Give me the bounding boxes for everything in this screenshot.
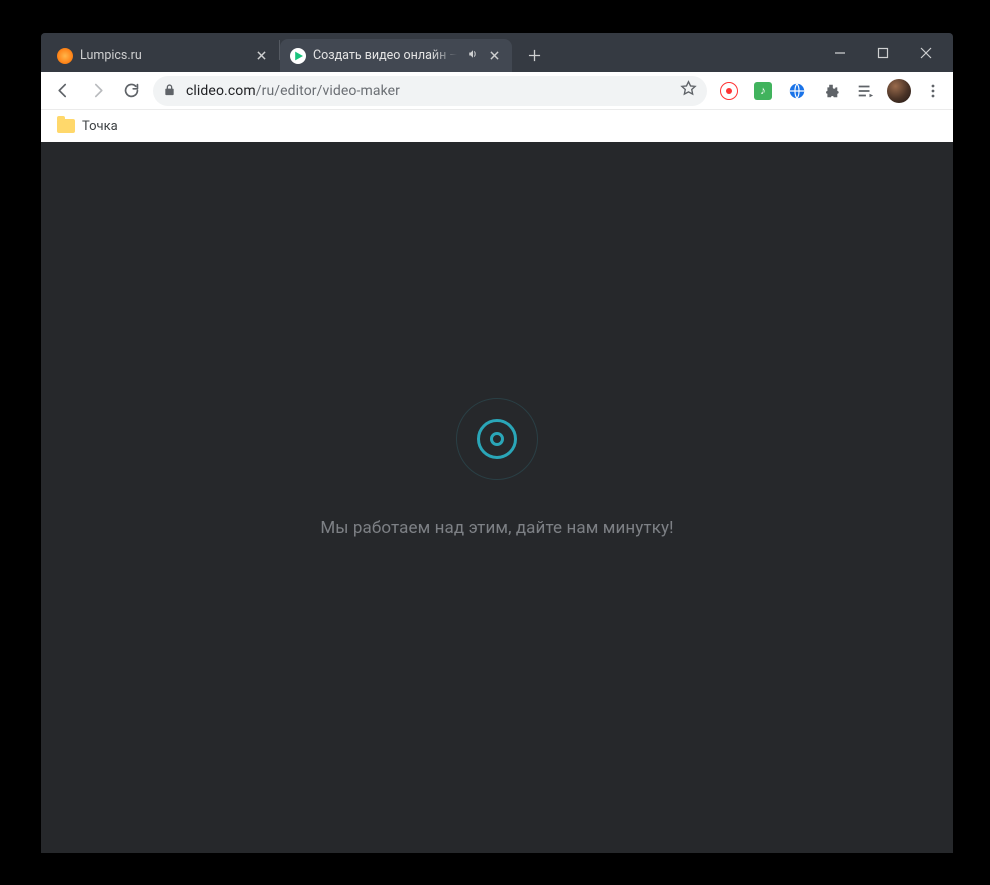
forward-button[interactable] — [81, 75, 113, 107]
translate-extension-icon[interactable] — [783, 77, 811, 105]
loading-indicator: Мы работаем над этим, дайте нам минутку! — [320, 398, 673, 538]
titlebar: Lumpics.ru Создать видео онлайн — Clideo — [41, 33, 953, 72]
bookmark-bar: Точка — [41, 109, 953, 142]
browser-window: Lumpics.ru Создать видео онлайн — Clideo — [41, 33, 953, 853]
url-text: clideo.com/ru/editor/video-maker — [186, 83, 400, 99]
loading-message: Мы работаем над этим, дайте нам минутку! — [320, 518, 673, 538]
profile-avatar-button[interactable] — [885, 77, 913, 105]
url-host: clideo.com — [186, 83, 256, 99]
page-content: Мы работаем над этим, дайте нам минутку! — [41, 142, 953, 853]
reload-button[interactable] — [115, 75, 147, 107]
chrome-menu-button[interactable] — [919, 77, 947, 105]
media-control-button[interactable] — [851, 77, 879, 105]
close-window-button[interactable] — [917, 44, 935, 62]
music-extension-icon[interactable] — [749, 77, 777, 105]
tab-close-button[interactable] — [486, 48, 502, 64]
tab-close-button[interactable] — [253, 48, 269, 64]
extensions-row — [713, 77, 947, 105]
window-controls — [831, 33, 949, 72]
tab-audio-icon[interactable] — [467, 48, 479, 64]
minimize-button[interactable] — [831, 44, 849, 62]
yandex-extension-icon[interactable] — [715, 77, 743, 105]
spinner-icon — [456, 398, 538, 480]
folder-icon — [57, 119, 75, 133]
tab-title: Создать видео онлайн — Clideo — [313, 48, 460, 63]
url-path: /ru/editor/video-maker — [256, 83, 400, 99]
lock-icon — [163, 81, 176, 100]
toolbar: clideo.com/ru/editor/video-maker — [41, 72, 953, 109]
new-tab-button[interactable] — [520, 41, 548, 69]
maximize-button[interactable] — [874, 44, 892, 62]
back-button[interactable] — [47, 75, 79, 107]
bookmark-star-button[interactable] — [680, 80, 697, 101]
address-bar[interactable]: clideo.com/ru/editor/video-maker — [153, 76, 707, 106]
tabstrip: Lumpics.ru Создать видео онлайн — Clideo — [41, 33, 548, 72]
bookmark-folder[interactable]: Точка — [51, 115, 124, 138]
extensions-menu-button[interactable] — [817, 77, 845, 105]
favicon-clideo — [290, 48, 306, 64]
bookmark-label: Точка — [82, 119, 118, 134]
tab-clideo[interactable]: Создать видео онлайн — Clideo — [280, 39, 512, 72]
tab-lumpics[interactable]: Lumpics.ru — [47, 39, 279, 72]
avatar — [887, 79, 911, 103]
tab-title: Lumpics.ru — [80, 48, 246, 63]
favicon-lumpics — [57, 48, 73, 64]
